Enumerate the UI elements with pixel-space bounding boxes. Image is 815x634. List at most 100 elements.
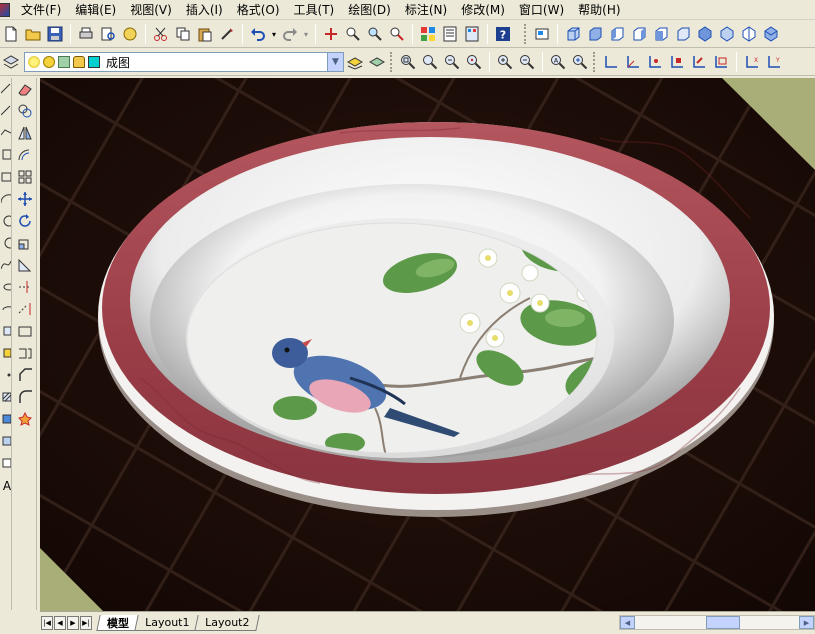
publish-button[interactable]: [119, 23, 141, 45]
last-tab-icon[interactable]: ▶|: [80, 616, 92, 630]
spline-tool-icon[interactable]: [0, 254, 11, 276]
first-tab-icon[interactable]: |◀: [41, 616, 53, 630]
scroll-right-icon[interactable]: ▶: [799, 616, 814, 629]
zoom-out-icon[interactable]: [516, 51, 538, 73]
xline-tool-icon[interactable]: [0, 100, 11, 122]
horizontal-scrollbar[interactable]: ◀ ▶: [619, 615, 815, 630]
array-icon[interactable]: [14, 166, 36, 188]
menu-format[interactable]: 格式(O): [230, 1, 287, 19]
polyline-tool-icon[interactable]: [0, 122, 11, 144]
menu-help[interactable]: 帮助(H): [571, 1, 627, 19]
next-tab-icon[interactable]: ▶: [67, 616, 79, 630]
app-icon[interactable]: [0, 2, 10, 17]
se-iso-button[interactable]: [716, 23, 738, 45]
erase-icon[interactable]: [14, 78, 36, 100]
line-tool-icon[interactable]: [0, 78, 11, 100]
stretch-icon[interactable]: [14, 254, 36, 276]
copy-button[interactable]: [172, 23, 194, 45]
scroll-left-icon[interactable]: ◀: [620, 616, 635, 629]
chevron-down-icon[interactable]: ▼: [327, 53, 343, 71]
open-file-button[interactable]: [22, 23, 44, 45]
nw-iso-button[interactable]: [760, 23, 782, 45]
explode-icon[interactable]: [14, 408, 36, 430]
ucs-x-button[interactable]: X: [741, 51, 763, 73]
print-preview-button[interactable]: [97, 23, 119, 45]
rotate-icon[interactable]: [14, 210, 36, 232]
ne-iso-button[interactable]: [738, 23, 760, 45]
make-object-layer-current-button[interactable]: [344, 51, 366, 73]
help-button[interactable]: ?: [492, 23, 514, 45]
ellipse-tool-icon[interactable]: [0, 276, 11, 298]
offset-icon[interactable]: [14, 144, 36, 166]
hatch-tool-icon[interactable]: [0, 386, 11, 408]
cut-button[interactable]: [150, 23, 172, 45]
ucs-button[interactable]: [600, 51, 622, 73]
menu-view[interactable]: 视图(V): [123, 1, 179, 19]
front-view-button[interactable]: [650, 23, 672, 45]
menu-edit[interactable]: 编辑(E): [68, 1, 123, 19]
mirror-icon[interactable]: [14, 122, 36, 144]
zoom-in-icon[interactable]: [494, 51, 516, 73]
tab-model[interactable]: 模型: [96, 615, 140, 631]
print-button[interactable]: [75, 23, 97, 45]
sw-iso-button[interactable]: [694, 23, 716, 45]
zoom-scale-icon[interactable]: [441, 51, 463, 73]
menu-window[interactable]: 窗口(W): [512, 1, 571, 19]
menu-modify[interactable]: 修改(M): [454, 1, 512, 19]
point-tool-icon[interactable]: [0, 364, 11, 386]
scale-icon[interactable]: [14, 232, 36, 254]
save-button[interactable]: [44, 23, 66, 45]
menu-insert[interactable]: 插入(I): [179, 1, 230, 19]
zoom-window-button[interactable]: [364, 23, 386, 45]
ellipse-arc-tool-icon[interactable]: [0, 298, 11, 320]
extend-icon[interactable]: [14, 298, 36, 320]
move-icon[interactable]: [14, 188, 36, 210]
ucs-face-button[interactable]: [666, 51, 688, 73]
zoom-dynamic-icon[interactable]: [419, 51, 441, 73]
right-view-button[interactable]: [628, 23, 650, 45]
tool-palettes-button[interactable]: [461, 23, 483, 45]
pan-realtime-button[interactable]: [320, 23, 342, 45]
trim-icon[interactable]: [14, 276, 36, 298]
menu-draw[interactable]: 绘图(D): [341, 1, 398, 19]
gradient-tool-icon[interactable]: [0, 408, 11, 430]
zoom-window-icon[interactable]: [397, 51, 419, 73]
zoom-extents-icon[interactable]: [569, 51, 591, 73]
drawing-viewport[interactable]: [40, 78, 815, 611]
polygon-tool-icon[interactable]: [0, 144, 11, 166]
back-view-button[interactable]: [672, 23, 694, 45]
layer-previous-button[interactable]: [366, 51, 388, 73]
redo-dropdown-icon[interactable]: ▾: [301, 23, 311, 45]
scroll-thumb[interactable]: [706, 616, 740, 629]
bottom-view-button[interactable]: [584, 23, 606, 45]
ucs-view-button[interactable]: [710, 51, 732, 73]
ucs-object-button[interactable]: [688, 51, 710, 73]
arc-tool-icon[interactable]: [0, 188, 11, 210]
redo-button[interactable]: [279, 23, 301, 45]
undo-button[interactable]: [247, 23, 269, 45]
insert-block-icon[interactable]: [0, 320, 11, 342]
table-tool-icon[interactable]: [0, 452, 11, 474]
design-center-button[interactable]: [417, 23, 439, 45]
ucs-world-button[interactable]: [622, 51, 644, 73]
menu-tools[interactable]: 工具(T): [287, 1, 342, 19]
layer-dropdown[interactable]: 成图 ▼: [24, 52, 344, 72]
break-icon[interactable]: [14, 342, 36, 364]
menu-file[interactable]: 文件(F): [14, 1, 68, 19]
named-views-button[interactable]: [531, 23, 553, 45]
tab-layout1[interactable]: Layout1: [134, 615, 201, 631]
left-view-button[interactable]: [606, 23, 628, 45]
zoom-center-icon[interactable]: [463, 51, 485, 73]
undo-dropdown-icon[interactable]: ▾: [269, 23, 279, 45]
top-view-button[interactable]: [562, 23, 584, 45]
tab-layout2[interactable]: Layout2: [194, 615, 261, 631]
chamfer-icon[interactable]: [14, 364, 36, 386]
zoom-previous-button[interactable]: [386, 23, 408, 45]
zoom-realtime-button[interactable]: [342, 23, 364, 45]
layer-manager-button[interactable]: [0, 51, 22, 73]
zoom-all-icon[interactable]: A: [547, 51, 569, 73]
region-tool-icon[interactable]: [0, 430, 11, 452]
new-file-button[interactable]: [0, 23, 22, 45]
copy-object-icon[interactable]: [14, 100, 36, 122]
make-block-icon[interactable]: [0, 342, 11, 364]
